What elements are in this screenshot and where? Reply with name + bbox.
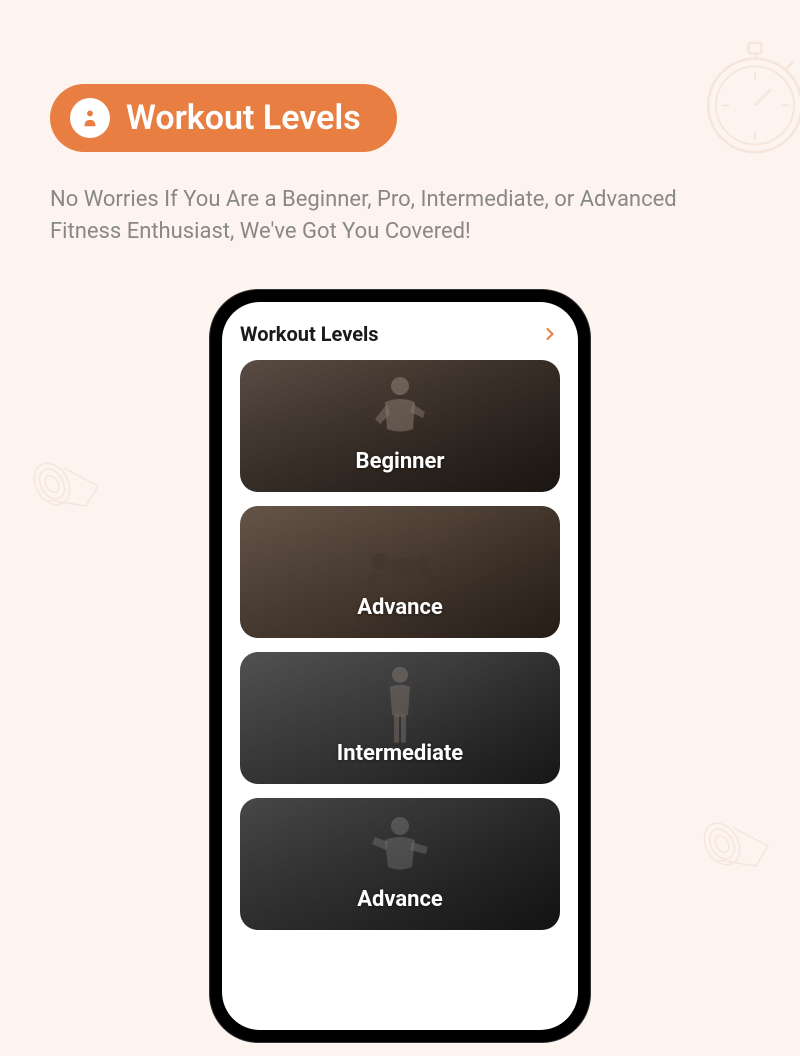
level-label: Beginner: [356, 449, 445, 474]
level-card-advance[interactable]: Advance: [240, 506, 560, 638]
stopwatch-decoration: [690, 30, 800, 160]
figure-icon: [370, 663, 430, 748]
person-icon: [70, 98, 110, 138]
section-title: Workout Levels: [126, 98, 361, 138]
screen-title: Workout Levels: [240, 322, 379, 346]
screen-header: Workout Levels: [240, 322, 560, 346]
level-label: Advance: [357, 887, 443, 912]
figure-icon: [355, 530, 445, 600]
figure-icon: [360, 812, 440, 892]
phone-mockup: Workout Levels Beginner Advance: [210, 290, 590, 1042]
chevron-right-icon[interactable]: [540, 324, 560, 344]
yoga-mat-decoration-right: [700, 816, 780, 876]
section-header-pill: Workout Levels: [50, 84, 397, 152]
level-label: Advance: [357, 595, 443, 620]
phone-screen: Workout Levels Beginner Advance: [222, 302, 578, 1030]
level-label: Intermediate: [337, 741, 463, 766]
section-subtitle: No Worries If You Are a Beginner, Pro, I…: [50, 184, 750, 248]
level-card-intermediate[interactable]: Intermediate: [240, 652, 560, 784]
yoga-mat-decoration-left: [30, 456, 110, 516]
level-card-advance-2[interactable]: Advance: [240, 798, 560, 930]
figure-icon: [365, 374, 435, 454]
level-card-beginner[interactable]: Beginner: [240, 360, 560, 492]
